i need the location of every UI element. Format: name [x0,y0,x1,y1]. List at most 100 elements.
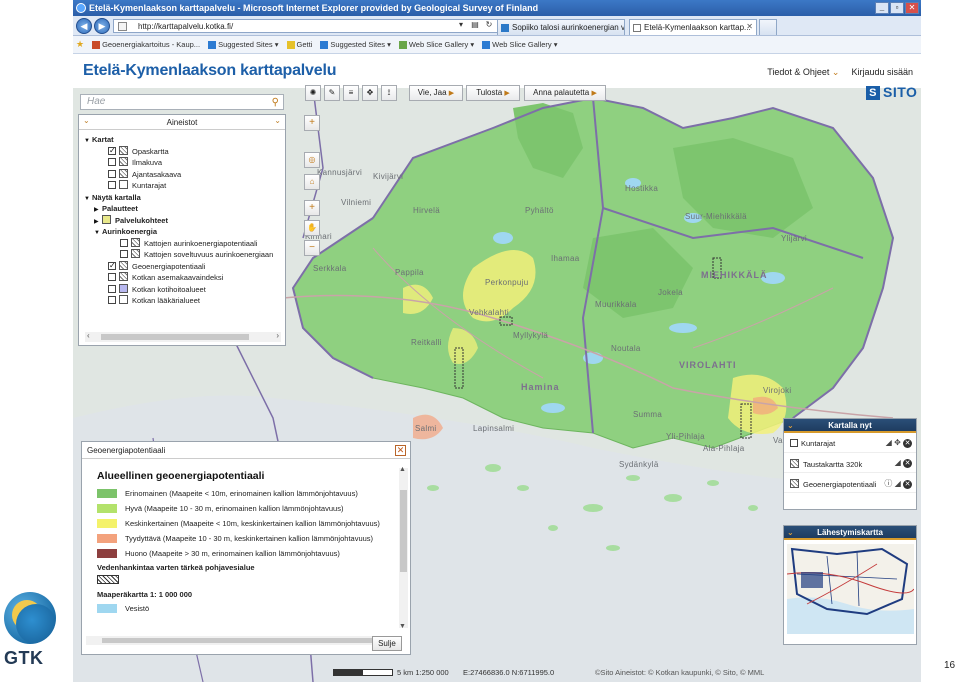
triangle-right-icon[interactable]: ▶ [94,217,102,227]
triangle-down-icon[interactable]: ▼ [84,136,92,146]
layer-checkbox[interactable] [108,146,116,156]
layer-group-kartat[interactable]: ▼ Kartat [84,134,285,146]
legend-swatch [97,549,117,558]
legend-scrollbar[interactable]: ▲ ▼ [399,466,408,630]
back-icon[interactable]: ◀ [76,18,92,34]
close-button[interactable]: Sulje [372,636,402,651]
pan-icon[interactable]: ✋ [304,220,320,236]
zoom-in-button-2[interactable]: + [304,200,320,216]
zoom-out-button[interactable]: − [304,240,320,256]
on-map-row[interactable]: Taustakartta 320k ◢ ✕ [784,453,916,473]
favorites-star-icon[interactable]: ★ [76,39,84,50]
zoom-in-button[interactable]: + [304,115,320,131]
refresh-icon[interactable]: ↻ [483,20,495,31]
layer-checkbox[interactable] [120,250,128,258]
info-link[interactable]: Tiedot & Ohjeet ⌄ [767,67,839,78]
layer-checkbox[interactable] [108,181,116,189]
login-link[interactable]: Kirjaudu sisään [851,67,913,78]
measure-icon[interactable]: ⟟ [381,85,397,101]
close-icon[interactable]: ✕ [905,2,919,14]
scroll-down-icon[interactable]: ▼ [399,623,406,630]
favorite-web-slice-gallery[interactable]: Web Slice Gallery ▾ [398,40,474,49]
layer-item[interactable]: Kattojen soveltuvuus aurinkoenergiaan [84,249,285,261]
favorite-suggested-sites-2[interactable]: Suggested Sites ▾ [320,40,391,49]
map-label: Hostikka [625,184,659,193]
opacity-icon[interactable]: ◢ [895,458,901,467]
scroll-up-icon[interactable]: ▲ [399,466,406,473]
share-button[interactable]: Vie, Jaa ▶ [409,85,463,101]
move-icon[interactable]: ✥ [894,438,901,447]
pencil-icon[interactable]: ✎ [324,85,340,101]
triangle-down-icon[interactable]: ▼ [84,194,92,204]
settings-icon[interactable]: ✺ [305,85,321,101]
chevron-down-icon[interactable]: ⌄ [83,116,90,125]
home-icon[interactable]: ⌂ [304,174,320,190]
scrollbar-thumb[interactable] [102,638,376,643]
layer-checkbox[interactable] [108,284,116,293]
triangle-down-icon[interactable]: ▼ [94,228,102,238]
layer-item[interactable]: Kuntarajat [84,180,285,192]
layer-checkbox[interactable] [108,273,116,281]
layer-item[interactable]: Ajantasakaava [84,168,285,181]
favorite-getti[interactable]: Getti [286,40,312,49]
layer-subgroup[interactable]: ▶ Palvelukohteet [84,214,285,227]
layer-subgroup[interactable]: ▼ Aurinkoenergia [84,226,285,238]
feedback-button[interactable]: Anna palautetta ▶ [524,85,606,101]
layer-subgroup[interactable]: ▶ Palautteet [84,203,285,215]
triangle-right-icon[interactable]: ▶ [94,205,102,215]
maximize-icon[interactable]: ▫ [890,2,904,14]
layer-item[interactable]: Geoenergiapotentiaali [84,260,285,273]
remove-icon[interactable]: ✕ [903,459,912,468]
tab-close-icon[interactable]: ✕ [746,22,753,31]
scrollbar-thumb[interactable] [400,490,407,572]
layer-checkbox[interactable] [108,169,116,178]
close-icon[interactable]: ✕ [395,445,406,456]
remove-icon[interactable]: ✕ [903,480,912,489]
scrollbar-thumb[interactable] [101,334,249,340]
search-icon[interactable]: ⚲ [272,97,279,108]
chevron-down-icon[interactable]: ⌄ [274,116,281,125]
layer-checkbox[interactable] [108,158,116,166]
chevron-down-icon[interactable]: ⌄ [787,526,794,540]
move-icon[interactable]: ✥ [362,85,378,101]
layer-group-nayta[interactable]: ▼ Näytä kartalla [84,192,285,204]
opacity-icon[interactable]: ◢ [895,479,901,488]
layer-item[interactable]: Kotkan lääkärialueet [84,295,285,307]
text-icon[interactable]: ≡ [343,85,359,101]
favorite-web-slice-gallery-2[interactable]: Web Slice Gallery ▾ [482,40,558,49]
locate-icon[interactable]: ◎ [304,152,320,168]
layer-checkbox[interactable] [108,261,116,271]
new-tab-button[interactable] [759,19,777,35]
info-icon[interactable]: ⓘ [884,479,892,488]
legend-hscrollbar[interactable] [86,636,402,645]
remove-icon[interactable]: ✕ [903,439,912,448]
tab-karttapalvelu[interactable]: Etelä-Kymenlaakson karttap... ✕ [629,19,757,35]
on-map-row[interactable]: Kuntarajat ◢ ✥ ✕ [784,433,916,453]
favorite-geoenergiakartoitus[interactable]: Geoenergiakartoitus - Kaup... [92,40,200,49]
compat-view-icon[interactable]: ▤ [469,20,481,31]
layer-item[interactable]: Kattojen aurinkoenergiapotentiaali [84,237,285,250]
forward-icon[interactable]: ▶ [94,18,110,34]
layer-item[interactable]: Kotkan asemakaavaindeksi [84,272,285,284]
opacity-icon[interactable]: ◢ [886,438,892,447]
layer-checkbox[interactable] [120,238,128,247]
on-map-row[interactable]: Geoenergiapotentiaali ⓘ ◢ ✕ [784,473,916,493]
layer-checkbox[interactable] [108,296,116,304]
chevron-down-icon[interactable]: ⌄ [787,419,794,433]
layer-item[interactable]: Kotkan kotihoitoalueet [84,283,285,296]
favorite-suggested-sites[interactable]: Suggested Sites ▾ [208,40,279,49]
print-button[interactable]: Tulosta ▶ [466,85,520,101]
layer-item[interactable]: Ilmakuva [84,157,285,169]
minimize-icon[interactable]: _ [875,2,889,14]
scroll-right-icon[interactable]: › [276,331,279,340]
address-bar[interactable]: http://karttapalvelu.kotka.fi/ [113,19,499,33]
dropdown-icon[interactable]: ▾ [455,20,467,31]
layer-checkbox[interactable] [790,439,798,447]
search-input[interactable]: Hae ⚲ [80,94,284,110]
overview-map[interactable] [787,544,914,634]
scroll-left-icon[interactable]: ‹ [87,331,90,340]
legend-title: Geoenergiapotentiaali ✕ [82,442,410,459]
layer-panel-scrollbar[interactable]: ‹ › [85,331,281,342]
tab-sopiiko[interactable]: Sopiiko talosi aurinkoenergian v... [497,19,625,35]
layer-item[interactable]: Opaskartta [84,145,285,158]
